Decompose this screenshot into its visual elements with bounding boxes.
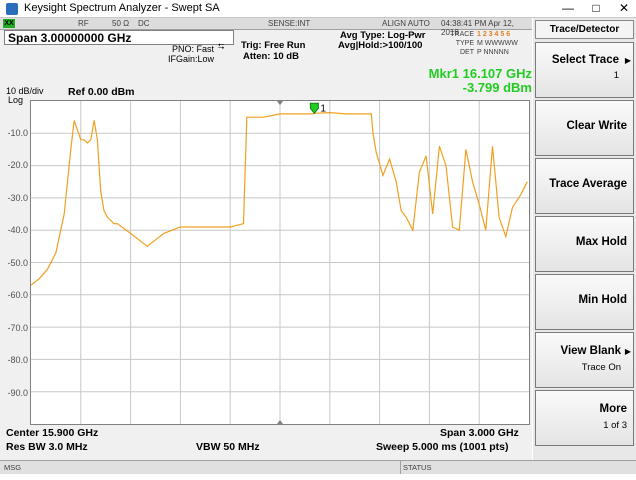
scale-log: Log [8, 95, 24, 105]
spectrum-plot[interactable]: 1 [30, 100, 530, 425]
trace-average-softkey[interactable]: Trace Average [535, 158, 634, 214]
span-readout: Span 3.000 GHz [440, 427, 519, 439]
avg-hold-setting: Avg|Hold:>100/100 [338, 40, 423, 51]
y-tick-label: -40.0 [7, 225, 28, 235]
y-tick-label: -60.0 [7, 290, 28, 300]
reference-level: Ref 0.00 dBm [68, 86, 135, 98]
app-icon [6, 3, 18, 15]
status-label: STATUS [403, 463, 432, 472]
spectrum-svg: 1 [30, 101, 529, 424]
sweep-readout: Sweep 5.000 ms (1001 pts) [376, 441, 509, 453]
submenu-arrow-icon: ▶ [624, 56, 631, 65]
det-label: DET [460, 49, 474, 56]
y-tick-label: -70.0 [7, 322, 28, 333]
marker-1-label: 1 [320, 103, 326, 114]
trace-label: TRACE [450, 31, 474, 38]
atten-setting: Atten: 10 dB [243, 51, 299, 62]
center-marker-bottom [277, 420, 283, 424]
status-divider [400, 461, 401, 474]
marker-amplitude: -3.799 dBm [462, 80, 532, 95]
softkey-label: View Blank [560, 345, 621, 357]
message-bar: MSG STATUS [0, 460, 636, 474]
center-marker-top-2 [277, 101, 283, 105]
window-title: Keysight Spectrum Analyzer - Swept SA [24, 2, 220, 14]
maximize-button[interactable]: □ [582, 0, 610, 18]
softkey-label: Clear Write [566, 120, 627, 132]
ifgain-setting: IFGain:Low [168, 54, 215, 64]
active-function-span[interactable]: Span 3.00000000 GHz [4, 30, 234, 45]
softkey-label: More [599, 403, 627, 415]
softkey-label: Trace Average [549, 178, 627, 190]
view-blank-softkey[interactable]: View Blank ▶ Trace On [535, 332, 634, 388]
clear-write-softkey[interactable]: Clear Write [535, 100, 634, 156]
pno-setting: PNO: Fast [172, 44, 215, 54]
swap-icon: ⮀ [218, 42, 225, 51]
center-frequency: Center 15.900 GHz [6, 427, 99, 439]
marker-1-icon [309, 102, 319, 115]
y-tick-label: -10.0 [7, 127, 28, 138]
align-indicator: ALIGN AUTO [382, 19, 430, 28]
trigger-setting: Trig: Free Run [241, 40, 306, 51]
type-label: TYPE [455, 40, 474, 47]
trace-status-block: TRACE 1 2 3 4 5 6 TYPE M WWWWW DET P NNNNN [444, 30, 518, 57]
window-titlebar: Keysight Spectrum Analyzer - Swept SA — … [0, 0, 636, 18]
impedance-indicator: 50 Ω [112, 19, 130, 28]
vbw-readout: VBW 50 MHz [196, 441, 260, 453]
softkey-label: Min Hold [578, 294, 627, 306]
y-tick-label: -90.0 [7, 387, 28, 398]
sense-indicator: SENSE:INT [268, 19, 311, 28]
min-hold-softkey[interactable]: Min Hold [535, 274, 634, 330]
minimize-button[interactable]: — [554, 0, 582, 18]
select-trace-softkey[interactable]: Select Trace ▶ 1 [535, 42, 634, 98]
trace-numbers: 1 2 3 4 5 6 [477, 31, 511, 38]
softkey-value: 1 [613, 70, 619, 81]
instrument-status-row: XX RF 50 Ω DC SENSE:INT ALIGN AUTO 04:38… [0, 18, 532, 37]
more-softkey[interactable]: More 1 of 3 [535, 390, 634, 446]
softkey-label: Max Hold [575, 236, 627, 248]
submenu-arrow-icon: ▶ [624, 347, 631, 356]
rf-indicator: RF [78, 19, 89, 28]
y-tick-label: -80.0 [7, 355, 28, 365]
rbw-readout: Res BW 3.0 MHz [6, 441, 88, 453]
coupling-indicator: DC [138, 19, 150, 28]
marker-frequency: Mkr1 16.107 GHz [428, 66, 532, 81]
trace-1-line [30, 111, 528, 286]
input-status-icon: XX [3, 19, 15, 28]
trace-types: M WWWWW [477, 40, 518, 47]
y-tick-label: -50.0 [7, 257, 28, 268]
softkey-menu-title: Trace/Detector [535, 20, 634, 39]
softkey-label: Select Trace [551, 54, 619, 66]
y-tick-label: -20.0 [7, 160, 28, 170]
y-tick-label: -30.0 [7, 192, 28, 203]
trace-detectors: P NNNNN [477, 49, 509, 56]
softkey-value: 1 of 3 [603, 420, 627, 431]
softkey-value: Trace On [581, 362, 621, 373]
close-button[interactable]: ✕ [610, 0, 636, 18]
msg-label: MSG [4, 463, 22, 472]
max-hold-softkey[interactable]: Max Hold [535, 216, 634, 272]
